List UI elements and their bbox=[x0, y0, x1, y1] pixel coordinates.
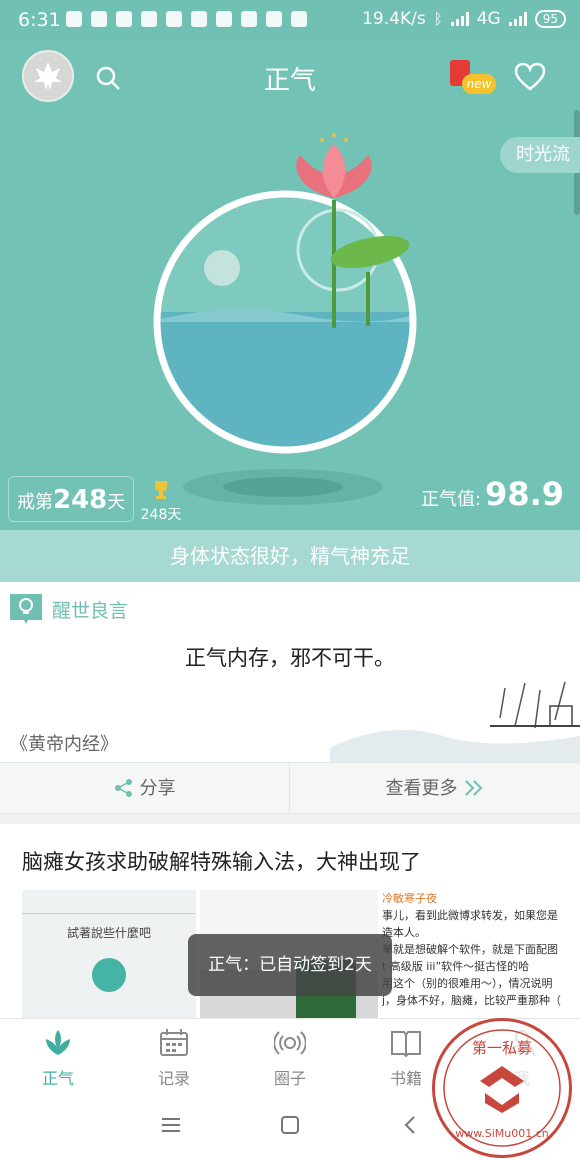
broadcast-icon bbox=[274, 1031, 306, 1055]
landscape-ink-illustration bbox=[330, 681, 580, 762]
tab-records[interactable]: 记录 bbox=[116, 1019, 232, 1091]
tab-circle[interactable]: 圈子 bbox=[232, 1019, 348, 1091]
back-icon[interactable] bbox=[402, 1115, 418, 1135]
view-more-button[interactable]: 查看更多 bbox=[290, 763, 579, 815]
double-chevron-right-icon bbox=[464, 780, 482, 796]
thumbnail-weibo-line: t·高级版 iii”软件～挺古怪的哈 bbox=[382, 960, 530, 973]
home-icon[interactable] bbox=[280, 1115, 300, 1135]
notification-icon bbox=[166, 11, 182, 27]
notification-icon bbox=[291, 11, 307, 27]
network-type: 4G bbox=[476, 9, 501, 29]
battery-icon: 95 bbox=[534, 10, 566, 28]
notification-icon bbox=[116, 11, 132, 27]
trophy-icon bbox=[155, 481, 167, 499]
thumbnail-weibo-line: 事儿，看到此微博求转发，如果您是 bbox=[382, 909, 558, 922]
new-badge: new bbox=[462, 74, 496, 94]
time-flow-button[interactable]: 时光流 bbox=[500, 137, 580, 173]
book-icon bbox=[391, 1031, 421, 1058]
trophy-days: 248天 bbox=[140, 507, 182, 523]
zhengqi-value-display: 正气值: 98.9 bbox=[421, 474, 564, 520]
signal-icon bbox=[508, 12, 527, 26]
notification-icon bbox=[216, 11, 232, 27]
days-counter: 戒第248天 bbox=[8, 476, 135, 522]
thumbnail-weibo-line: 用这个（别的很难用～），情况说明 bbox=[382, 977, 553, 990]
status-time: 6:31 bbox=[18, 9, 61, 31]
section-gap bbox=[0, 814, 580, 824]
status-bar: 6:31 19.4K/s ᛒ 4G 95 bbox=[0, 0, 580, 40]
thumbnail-weibo-title: 冷敏寒子夜 bbox=[382, 892, 437, 905]
zhengqi-label: 正气值: bbox=[420, 489, 482, 510]
thumbnail-weibo-line: j，身体不好，脑瘫，比较严重那种（ bbox=[382, 994, 562, 1007]
mic-icon bbox=[92, 958, 126, 992]
status-message: 身体状态很好，精气神充足 bbox=[0, 530, 580, 582]
bluetooth-icon: ᛒ bbox=[433, 10, 443, 28]
watermark-text: 第一私募 bbox=[472, 1039, 532, 1057]
thumbnail-voice-input: 試著說些什麼吧 bbox=[22, 890, 196, 1020]
thumbnail-toolbar bbox=[22, 890, 196, 914]
menu-icon[interactable] bbox=[160, 1116, 182, 1134]
notification-icon bbox=[91, 11, 107, 27]
top-bar: 正气 new bbox=[0, 40, 580, 112]
bulb-icon bbox=[10, 594, 42, 624]
tab-label: 正气 bbox=[41, 1069, 74, 1088]
days-value: 248 bbox=[53, 485, 108, 515]
tab-label: 记录 bbox=[157, 1069, 190, 1088]
tab-zhengqi[interactable]: 正气 bbox=[0, 1019, 116, 1091]
thumbnail-weibo-lines: 事儿，看到此微博求转发，如果您是 造本人。单就是想破解个软件，就是下面配图 t·高级… bbox=[382, 907, 580, 1009]
view-more-label: 查看更多 bbox=[385, 778, 458, 799]
thumbnail-weibo: 冷敏寒子夜 事儿，看到此微博求转发，如果您是 造本人。单就是想破解个软件，就是下面… bbox=[382, 890, 580, 1020]
quote-actions: 分享 查看更多 bbox=[0, 762, 580, 815]
thumbnail-weibo-line: 造本人。 bbox=[382, 926, 426, 939]
quote-text: 正气内存，邪不可干。 bbox=[185, 646, 395, 670]
tab-label: 圈子 bbox=[273, 1069, 306, 1088]
share-button[interactable]: 分享 bbox=[0, 763, 289, 815]
watermark-logo: 第一私募 www.SiMu001.cn bbox=[443, 1029, 561, 1147]
lotus-bowl-illustration bbox=[153, 133, 417, 505]
watermark-seal: 第一私募 www.SiMu001.cn bbox=[432, 1018, 572, 1158]
calendar-icon bbox=[160, 1029, 188, 1056]
notification-icon bbox=[191, 11, 207, 27]
notification-icons bbox=[66, 11, 307, 27]
article-title[interactable]: 脑瘫女孩求助破解特殊输入法，大神出现了 bbox=[22, 846, 421, 876]
lotus-icon bbox=[46, 1030, 70, 1055]
heart-icon[interactable] bbox=[514, 62, 546, 92]
notification-icon bbox=[266, 11, 282, 27]
share-label: 分享 bbox=[139, 778, 176, 799]
notification-icon bbox=[141, 11, 157, 27]
days-prefix: 戒第 bbox=[17, 492, 53, 513]
notification-icon bbox=[241, 11, 257, 27]
days-suffix: 天 bbox=[107, 492, 126, 513]
thumbnail-weibo-line: 单就是想破解个软件，就是下面配图 bbox=[382, 943, 558, 956]
notification-icon bbox=[66, 11, 82, 27]
signal-icon bbox=[450, 12, 469, 26]
quote-section-label: 醒世良言 bbox=[52, 600, 129, 622]
quote-card: 醒世良言 正气内存，邪不可干。 《黄帝内经》 bbox=[0, 582, 580, 762]
share-icon bbox=[114, 779, 132, 797]
trophy-record[interactable]: 248天 bbox=[139, 478, 183, 524]
thumbnail-text: 試著說些什麼吧 bbox=[66, 926, 151, 940]
quote-source: 《黄帝内经》 bbox=[10, 734, 118, 755]
watermark-url: www.SiMu001.cn bbox=[455, 1127, 549, 1140]
zhengqi-value: 98.9 bbox=[485, 475, 564, 513]
toast: 正气：已自动签到2天 bbox=[188, 934, 392, 996]
hero-area bbox=[0, 40, 580, 530]
red-packet-button[interactable]: new bbox=[450, 60, 496, 96]
network-speed: 19.4K/s bbox=[362, 9, 426, 29]
